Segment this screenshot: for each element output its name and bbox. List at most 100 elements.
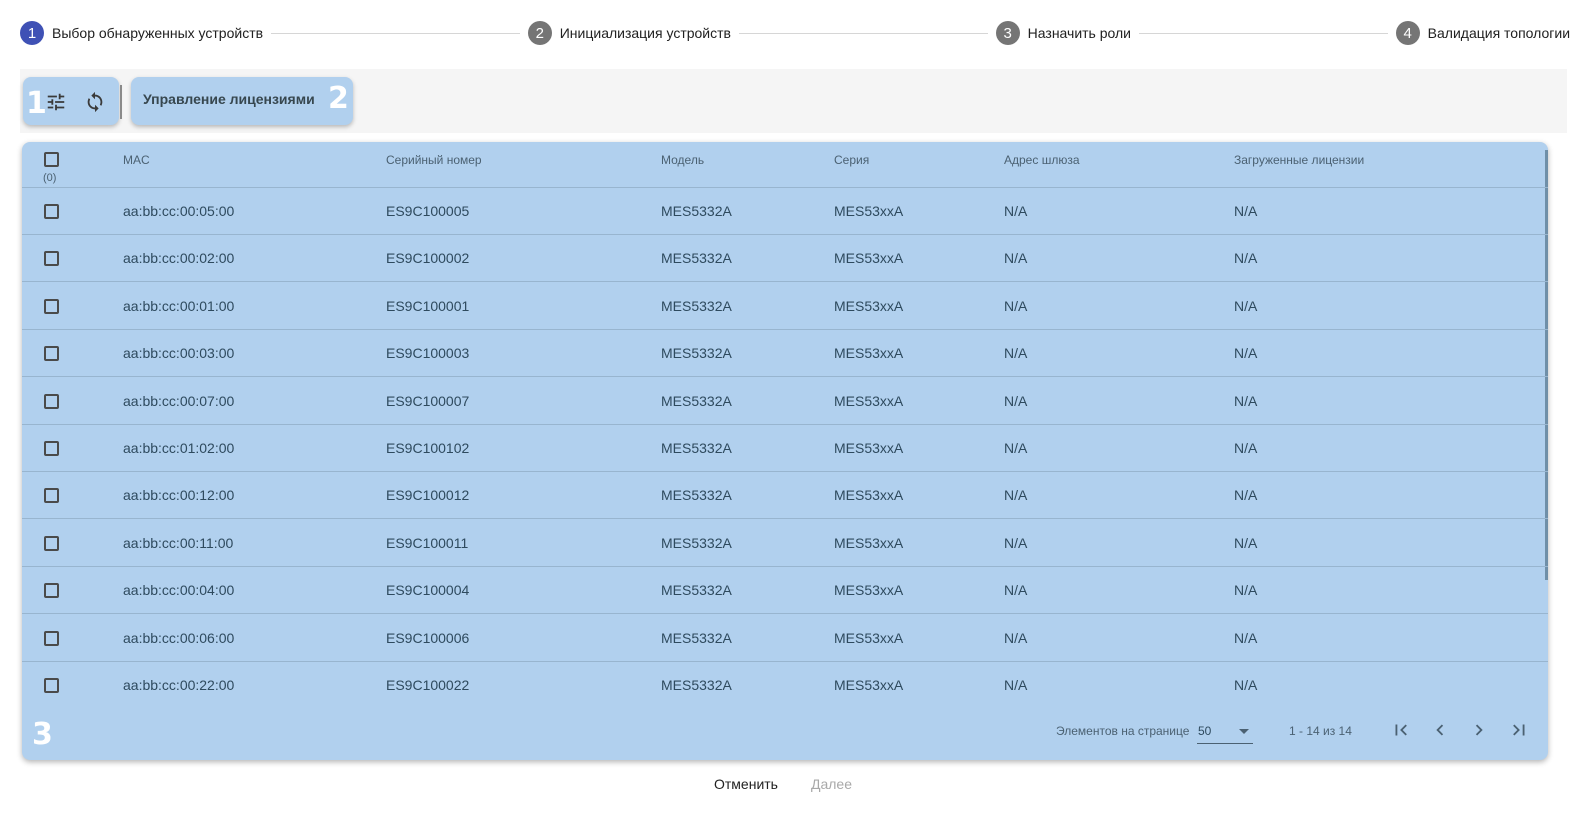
table-row[interactable]: aa:bb:cc:00:03:00 ES9C100003 MES5332A MES53… <box>22 330 1548 378</box>
table-row[interactable]: aa:bb:cc:00:05:00 ES9C100005 MES5332A MES53… <box>22 188 1548 235</box>
cell-mac: aa:bb:cc:00:07:00 <box>123 392 235 409</box>
cell-mac: aa:bb:cc:00:06:00 <box>123 629 235 646</box>
row-checkbox[interactable] <box>44 204 59 219</box>
select-all-checkbox[interactable] <box>44 152 59 167</box>
step-4-number: 4 <box>1395 21 1420 45</box>
table-row[interactable]: aa:bb:cc:00:07:00 ES9C100007 MES5332A MES53… <box>22 378 1548 425</box>
cell-series: MES53xxA <box>834 392 904 409</box>
refresh-button[interactable] <box>82 89 108 115</box>
column-header-licenses[interactable]: Загруженные лицензии <box>1234 153 1364 167</box>
cancel-button[interactable]: Отменить <box>714 776 778 792</box>
cell-gateway: N/A <box>1004 392 1028 409</box>
row-checkbox[interactable] <box>44 346 59 362</box>
cell-licenses: N/A <box>1234 629 1258 646</box>
cell-serial: ES9C100001 <box>386 297 470 314</box>
cell-licenses: N/A <box>1234 250 1258 267</box>
cell-serial: ES9C100006 <box>386 629 470 646</box>
cell-model: MES5332A <box>661 392 732 409</box>
table-row[interactable]: aa:bb:cc:01:02:00 ES9C100102 MES5332A MES53… <box>22 425 1548 472</box>
page-range: 1 - 14 из 14 <box>1289 724 1352 738</box>
tune-icon <box>47 93 65 111</box>
row-checkbox[interactable] <box>44 535 59 551</box>
cell-mac: aa:bb:cc:00:12:00 <box>123 487 235 504</box>
step-4[interactable]: 4 Валидация топологии <box>1395 21 1570 45</box>
table-row[interactable]: aa:bb:cc:00:11:00 ES9C100011 MES5332A MES53… <box>22 520 1548 567</box>
step-2[interactable]: 2 Инициализация устройств <box>527 21 731 45</box>
previous-page-button[interactable] <box>1428 718 1452 742</box>
cell-gateway: N/A <box>1004 582 1028 599</box>
row-checkbox[interactable] <box>44 251 59 267</box>
cell-model: MES5332A <box>661 487 732 504</box>
filter-button[interactable] <box>43 89 69 115</box>
step-2-label: Инициализация устройств <box>559 25 731 41</box>
cell-licenses: N/A <box>1234 345 1258 362</box>
table-row[interactable]: aa:bb:cc:00:12:00 ES9C100012 MES5332A MES53… <box>22 472 1548 520</box>
selected-count: (0) <box>43 172 57 184</box>
next-button[interactable]: Далее <box>811 776 852 792</box>
cell-serial: ES9C100003 <box>386 345 470 362</box>
cell-series: MES53xxA <box>834 629 904 646</box>
manage-licenses-button[interactable]: Управление лицензиями <box>143 91 315 107</box>
step-connector <box>1139 32 1388 34</box>
cell-gateway: N/A <box>1004 297 1028 314</box>
column-header-model[interactable]: Модель <box>661 153 704 167</box>
table-row[interactable]: aa:bb:cc:00:02:00 ES9C100002 MES5332A MES53… <box>22 235 1548 283</box>
cell-mac: aa:bb:cc:00:22:00 <box>123 677 235 693</box>
next-page-button[interactable] <box>1467 718 1491 742</box>
cell-mac: aa:bb:cc:00:03:00 <box>123 345 235 362</box>
cell-gateway: N/A <box>1004 203 1028 219</box>
column-header-serial[interactable]: Серийный номер <box>386 153 482 167</box>
table-row[interactable]: aa:bb:cc:00:01:00 ES9C100001 MES5332A MES53… <box>22 283 1548 330</box>
cell-model: MES5332A <box>661 345 732 362</box>
cell-model: MES5332A <box>661 297 732 314</box>
cell-gateway: N/A <box>1004 250 1028 267</box>
cell-serial: ES9C100007 <box>386 392 470 409</box>
stepper: 1 Выбор обнаруженных устройств 2 Инициал… <box>20 20 1570 46</box>
page-size-value: 50 <box>1198 724 1212 738</box>
table-header: (0) MAC Серийный номер Модель Серия Адре… <box>22 142 1548 188</box>
license-group: Управление лицензиями 2 <box>131 77 353 125</box>
step-connector <box>738 32 988 34</box>
cell-licenses: N/A <box>1234 297 1258 314</box>
cell-series: MES53xxA <box>834 345 904 362</box>
table-row[interactable]: aa:bb:cc:00:22:00 ES9C100022 MES5332A MES53… <box>22 662 1548 709</box>
cell-licenses: N/A <box>1234 677 1258 693</box>
row-checkbox[interactable] <box>44 441 59 456</box>
table-row[interactable]: aa:bb:cc:00:04:00 ES9C100004 MES5332A MES53… <box>22 567 1548 615</box>
step-1[interactable]: 1 Выбор обнаруженных устройств <box>20 21 263 45</box>
paginator: Элементов на странице 50 1 - 14 из 14 <box>22 714 1548 750</box>
step-3-number: 3 <box>995 21 1020 45</box>
chevron-right-icon <box>1475 724 1483 736</box>
table-row[interactable]: aa:bb:cc:00:06:00 ES9C100006 MES5332A MES53… <box>22 615 1548 662</box>
last-page-button[interactable] <box>1507 718 1531 742</box>
row-checkbox[interactable] <box>44 583 59 599</box>
cell-model: MES5332A <box>661 250 732 267</box>
step-1-number: 1 <box>20 21 44 45</box>
chevron-left-icon <box>1436 724 1444 736</box>
cell-serial: ES9C100002 <box>386 250 470 267</box>
column-header-gateway[interactable]: Адрес шлюза <box>1004 153 1080 167</box>
row-checkbox[interactable] <box>44 678 59 693</box>
cell-series: MES53xxA <box>834 440 904 456</box>
step-3[interactable]: 3 Назначить роли <box>995 21 1131 45</box>
cell-series: MES53xxA <box>834 677 904 693</box>
step-1-label: Выбор обнаруженных устройств <box>52 25 264 41</box>
row-checkbox[interactable] <box>44 298 59 314</box>
cell-mac: aa:bb:cc:00:01:00 <box>123 297 235 314</box>
column-header-series[interactable]: Серия <box>834 153 869 167</box>
page-size-select[interactable]: 50 <box>1197 716 1253 744</box>
row-checkbox[interactable] <box>44 488 59 504</box>
cell-model: MES5332A <box>661 440 732 456</box>
step-3-label: Назначить роли <box>1027 25 1131 41</box>
row-checkbox[interactable] <box>44 393 59 409</box>
cell-serial: ES9C100011 <box>386 534 469 551</box>
column-header-mac[interactable]: MAC <box>123 153 150 167</box>
cell-gateway: N/A <box>1004 345 1028 362</box>
cell-mac: aa:bb:cc:00:05:00 <box>123 203 235 219</box>
cell-gateway: N/A <box>1004 487 1028 504</box>
toolbar-divider <box>120 85 122 119</box>
cell-model: MES5332A <box>661 203 732 219</box>
first-page-button[interactable] <box>1389 718 1413 742</box>
cell-licenses: N/A <box>1234 392 1258 409</box>
row-checkbox[interactable] <box>44 630 59 646</box>
